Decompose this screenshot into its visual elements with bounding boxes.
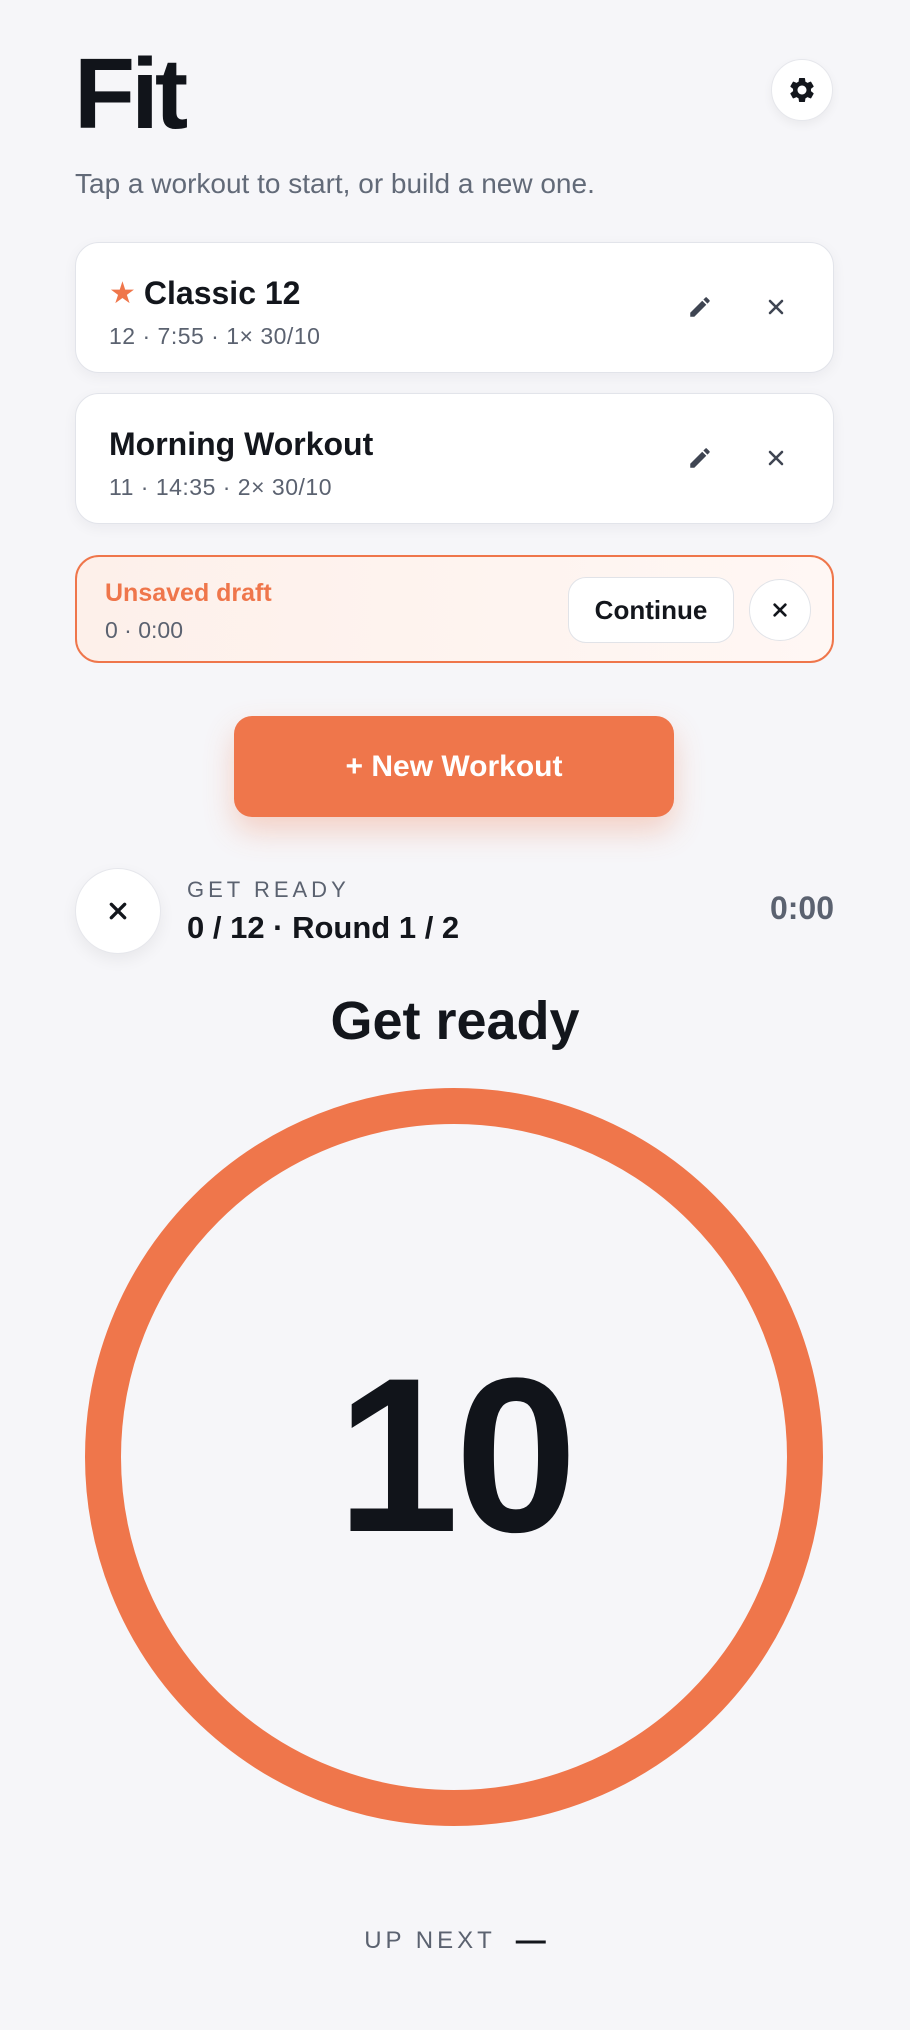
pencil-icon (690, 297, 710, 317)
phase-progress: 0 / 12 · Round 1 / 2 (187, 910, 460, 945)
app-title: Fit (74, 38, 188, 150)
workout-meta: 12 · 7:55 · 1× 30/10 (109, 323, 321, 349)
workout-meta: 11 · 14:35 · 2× 30/10 (109, 474, 332, 500)
discard-draft-button[interactable] (749, 579, 811, 641)
workout-title: Morning Workout (109, 426, 373, 463)
phase-label: GET READY (187, 877, 350, 902)
delete-workout-button[interactable] (752, 283, 800, 331)
new-workout-button[interactable]: + New Workout (234, 716, 674, 817)
workout-name: Morning Workout (109, 426, 374, 462)
star-icon: ★ (109, 277, 136, 310)
continue-draft-button[interactable]: Continue (568, 577, 734, 643)
delete-workout-button[interactable] (752, 434, 800, 482)
close-icon (768, 450, 784, 466)
unsaved-draft-banner: Unsaved draft 0 · 0:00 Continue (75, 555, 834, 663)
edit-workout-button[interactable] (676, 283, 724, 331)
up-next-label: UP NEXT (364, 1927, 496, 1954)
draft-meta: 0 · 0:00 (105, 617, 183, 643)
gear-icon (790, 78, 814, 102)
subtitle: Tap a workout to start, or build a new o… (75, 168, 595, 199)
countdown-number: 10 (336, 1332, 578, 1578)
exit-timer-button[interactable] (75, 868, 161, 954)
up-next: UP NEXT — (0, 1924, 910, 1958)
close-icon (109, 902, 127, 920)
close-icon (773, 603, 787, 617)
up-next-value: — (515, 1924, 546, 1957)
workout-title: ★ Classic 12 (109, 275, 300, 312)
workout-card-morning-workout[interactable]: Morning Workout 11 · 14:35 · 2× 30/10 (75, 393, 834, 524)
workout-card-classic-12[interactable]: ★ Classic 12 12 · 7:55 · 1× 30/10 (75, 242, 834, 373)
app-screen: Fit Tap a workout to start, or build a n… (0, 0, 910, 2030)
pencil-icon (690, 448, 710, 468)
workout-name: Classic 12 (143, 275, 301, 311)
edit-workout-button[interactable] (676, 434, 724, 482)
phase-heading: Get ready (330, 991, 580, 1051)
close-icon (768, 299, 784, 315)
settings-button[interactable] (771, 59, 833, 121)
draft-title: Unsaved draft (105, 579, 272, 607)
elapsed-time: 0:00 (769, 890, 834, 926)
